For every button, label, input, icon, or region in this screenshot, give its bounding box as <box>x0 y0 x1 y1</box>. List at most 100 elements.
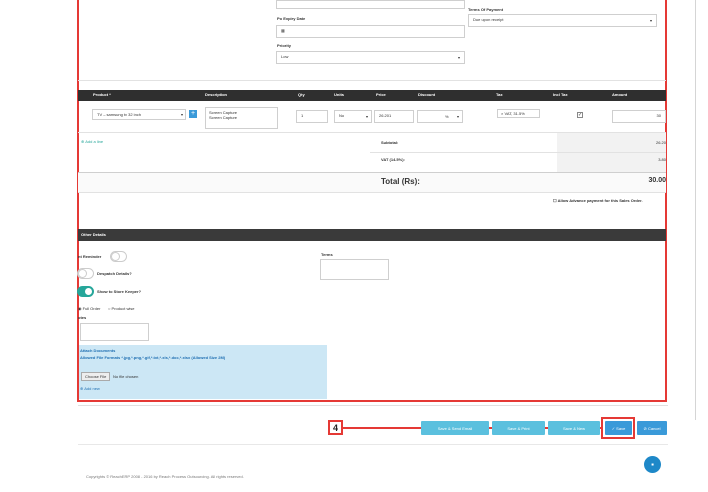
save-print-button[interactable]: Save & Print <box>492 421 545 435</box>
discount-input[interactable]: % ▾ <box>417 110 463 123</box>
chat-button[interactable]: ▪ <box>644 456 661 473</box>
notes-label: otes <box>78 315 87 320</box>
save-new-button[interactable]: Save & New <box>548 421 600 435</box>
terms-label: Terms <box>321 252 333 257</box>
callout-number: 4 <box>328 420 343 435</box>
incl-tax-checkbox[interactable]: ✓ <box>577 112 583 118</box>
total-row-bg <box>78 173 666 192</box>
footer-copyright: Copyrights © ReachERP 2008 - 2016 by Rea… <box>86 474 244 479</box>
terms-of-payment-label: Terms Of Payment <box>468 7 504 12</box>
cancel-label: Cancel <box>648 425 661 431</box>
col-discount: Discount <box>418 92 436 97</box>
despatch-toggle[interactable] <box>77 268 94 279</box>
store-keeper-toggle[interactable] <box>77 286 94 297</box>
product-wise-radio[interactable]: ○ <box>108 306 110 311</box>
price-value: 26.201 <box>379 113 392 118</box>
calendar-icon: ▦ <box>281 28 285 33</box>
add-new-link[interactable]: ⊕ Add new <box>80 386 100 391</box>
total-label: Total (Rs): <box>381 177 420 186</box>
add-line-label: Add a line <box>85 139 104 144</box>
save-send-email-button[interactable]: Save & Send Email <box>421 421 489 435</box>
col-qty: Qty <box>298 92 305 97</box>
chevron-down-icon: ▾ <box>180 112 183 117</box>
total-value: 30.00 <box>648 177 666 184</box>
add-new-label: Add new <box>84 386 100 391</box>
page-scrollbar-edge <box>695 0 696 420</box>
col-tax: Tax <box>496 92 503 97</box>
despatch-label: Despatch Details? <box>97 271 132 276</box>
store-keeper-label: Show to Store Keeper? <box>97 289 142 294</box>
items-table-header <box>78 90 666 101</box>
divider <box>78 405 668 406</box>
subtotal-value: 26.20 <box>655 140 666 145</box>
choose-file-button[interactable]: Choose File <box>81 372 111 381</box>
advance-payment-label: Allow Advance payment for this Sales Ord… <box>557 198 643 203</box>
no-file-label: No file chosen <box>113 374 139 379</box>
divider <box>370 152 666 153</box>
po-expiry-label: Po Expiry Date <box>277 16 306 21</box>
vat-value: 3.80 <box>658 157 666 162</box>
amount-value: 30 <box>656 113 661 118</box>
chat-icon: ▪ <box>651 460 654 469</box>
attach-title: Attach Documents <box>80 348 116 353</box>
full-order-radio[interactable]: ◉ <box>78 306 82 311</box>
divider <box>78 80 666 81</box>
toggle-knob <box>84 287 93 296</box>
qty-value: 1 <box>301 113 304 118</box>
col-price: Price <box>376 92 386 97</box>
full-order-option[interactable]: ◉ Full Order <box>78 306 100 311</box>
toggle-knob <box>111 252 120 261</box>
full-order-label: Full Order <box>82 306 101 311</box>
po-expiry-input[interactable]: ▦ <box>276 25 465 38</box>
col-description: Description <box>205 92 228 97</box>
toggle-knob <box>78 269 87 278</box>
terms-textarea[interactable] <box>320 259 389 280</box>
chevron-down-icon: ▾ <box>456 114 459 119</box>
product-select[interactable]: TV – samsung tv 32 inch ▾ <box>92 109 186 120</box>
col-product: Product * <box>93 92 111 97</box>
top-input-field[interactable] <box>276 0 465 9</box>
advance-payment-checkbox[interactable]: ☐ <box>553 198 557 203</box>
tax-tag[interactable]: × VAT, 31.5% <box>501 111 525 116</box>
units-value: No <box>339 113 345 118</box>
cancel-icon: ⊘ <box>643 425 647 431</box>
notes-textarea[interactable] <box>80 323 149 341</box>
priority-value: Low <box>281 54 289 59</box>
divider <box>78 192 666 193</box>
save-highlight-box <box>601 417 635 439</box>
add-product-button[interactable]: + <box>189 110 197 118</box>
terms-of-payment-select[interactable]: Due upon receipt ▾ <box>468 14 657 27</box>
col-incl-tax: Incl Tax <box>553 92 568 97</box>
description-line2: Screen Capture <box>209 115 238 120</box>
reminder-toggle[interactable] <box>110 251 127 262</box>
product-wise-option[interactable]: ○ Product wise <box>108 306 134 311</box>
priority-select[interactable]: Low ▾ <box>276 51 465 64</box>
plus-circle-icon: ⊕ <box>81 139 85 144</box>
totals-values-bg <box>557 133 666 173</box>
chevron-down-icon: ▾ <box>365 114 368 119</box>
chevron-down-icon: ▾ <box>457 55 460 60</box>
discount-unit: % <box>445 114 449 119</box>
subtotal-label: Subtotal: <box>381 140 399 145</box>
priority-label: Priority <box>277 43 292 48</box>
allowed-formats: Allowed File Formats *.jpg,*.png,*.gif,*… <box>80 355 226 360</box>
product-value: TV – samsung tv 32 inch <box>97 112 142 117</box>
vat-label: VAT (14.5%): <box>381 157 405 162</box>
col-units: Units <box>334 92 344 97</box>
advance-payment-option[interactable]: ☐ Allow Advance payment for this Sales O… <box>553 198 643 203</box>
other-details-header: Other Details <box>78 229 666 241</box>
terms-of-payment-value: Due upon receipt <box>473 17 504 22</box>
chevron-down-icon: ▾ <box>649 18 652 23</box>
other-details-title: Other Details <box>81 232 106 237</box>
price-input[interactable]: 26.201 <box>374 110 414 123</box>
add-line-link[interactable]: ⊕ Add a line <box>81 139 103 144</box>
units-select[interactable]: No ▾ <box>334 110 372 123</box>
attach-documents-panel <box>79 345 327 399</box>
tax-field[interactable]: × VAT, 31.5% <box>497 109 540 118</box>
product-wise-label: Product wise <box>111 306 135 311</box>
reminder-label: nt Reminder <box>78 254 102 259</box>
description-textarea[interactable]: Screen Capture Screen Capture <box>205 107 278 129</box>
qty-input[interactable]: 1 <box>296 110 328 123</box>
col-amount: Amount <box>612 92 628 97</box>
cancel-button[interactable]: ⊘ Cancel <box>637 421 667 435</box>
